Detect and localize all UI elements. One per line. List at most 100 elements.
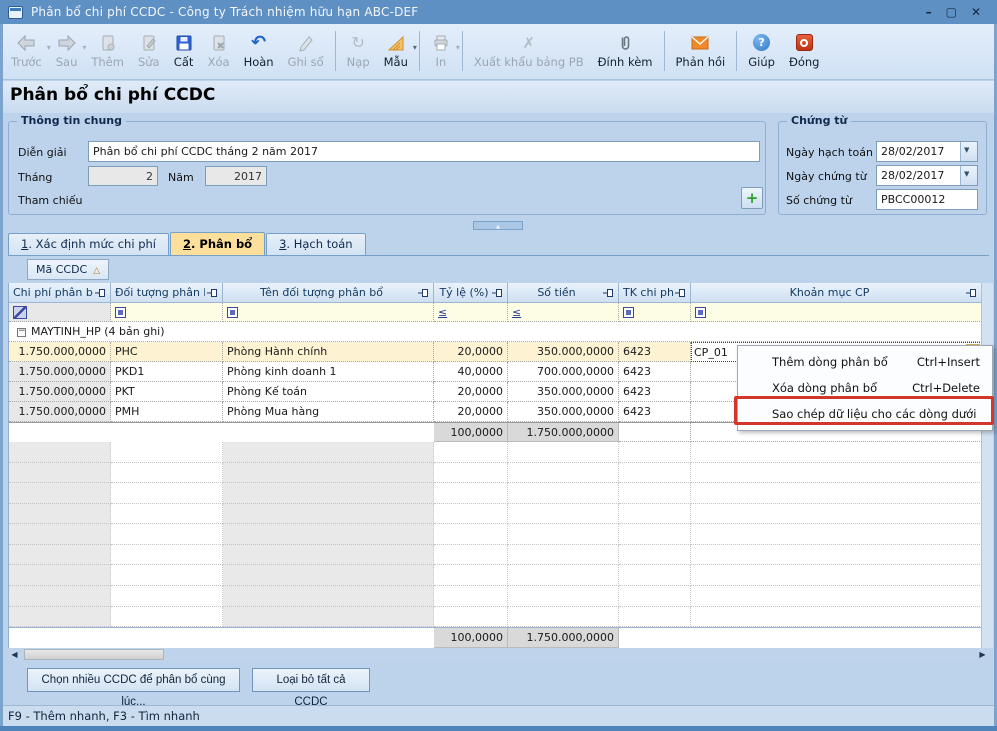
column-header-chi-phi-phan-bo[interactable]: Chi phí phân bổ <box>9 283 111 303</box>
empty-cell[interactable] <box>223 524 434 545</box>
empty-cell[interactable] <box>111 483 223 504</box>
empty-cell[interactable] <box>223 545 434 566</box>
toolbar-cat[interactable]: Cất <box>167 31 201 71</box>
empty-cell[interactable] <box>508 607 619 628</box>
chevron-down-icon[interactable] <box>960 142 977 161</box>
so-chung-tu-input[interactable]: PBCC00012 <box>876 189 978 210</box>
empty-cell[interactable] <box>619 504 691 525</box>
menu-item-them-dong-phan-bo[interactable]: Thêm dòng phân bổ Ctrl+Insert <box>738 349 992 375</box>
toolbar-dinh-kem[interactable]: Đính kèm <box>591 31 660 71</box>
cell-rate[interactable]: 20,0000 <box>434 382 508 402</box>
column-header-doi-tuong-phan-bo[interactable]: Đối tượng phân bổ <box>111 283 223 303</box>
empty-cell[interactable] <box>619 463 691 484</box>
empty-cell[interactable] <box>9 483 111 504</box>
close-button[interactable]: ✕ <box>971 0 981 24</box>
empty-cell[interactable] <box>691 524 982 545</box>
cell-code[interactable]: PMH <box>111 402 223 422</box>
filter-condition-icon[interactable] <box>695 307 706 318</box>
scrollbar-thumb[interactable] <box>24 649 164 660</box>
cell-name[interactable]: Phòng kinh doanh 1 <box>223 362 434 382</box>
empty-cell[interactable] <box>619 524 691 545</box>
select-multiple-ccdc-button[interactable]: Chọn nhiều CCDC để phân bổ cùng lúc... <box>27 668 240 692</box>
empty-cell[interactable] <box>691 483 982 504</box>
tham-chieu-add-button[interactable]: + <box>741 187 763 209</box>
cell-cost[interactable]: 1.750.000,0000 <box>9 362 111 382</box>
scroll-right-arrow-icon[interactable]: ▶ <box>976 648 989 661</box>
empty-cell[interactable] <box>223 463 434 484</box>
empty-cell[interactable] <box>434 545 508 566</box>
empty-cell[interactable] <box>508 442 619 463</box>
cell-cost[interactable]: 1.750.000,0000 <box>9 342 111 362</box>
collapse-icon[interactable] <box>17 328 26 337</box>
filter-cell-khoan-muc[interactable] <box>691 303 982 322</box>
empty-cell[interactable] <box>691 545 982 566</box>
empty-cell[interactable] <box>223 565 434 586</box>
cell-account[interactable]: 6423 <box>619 362 691 382</box>
filter-cell-so-tien[interactable]: ≤ <box>508 303 619 322</box>
minimize-button[interactable]: – <box>926 0 932 24</box>
cell-amount[interactable]: 700.000,0000 <box>508 362 619 382</box>
empty-cell[interactable] <box>9 442 111 463</box>
cell-rate[interactable]: 40,0000 <box>434 362 508 382</box>
cell-amount[interactable]: 350.000,0000 <box>508 382 619 402</box>
empty-cell[interactable] <box>434 524 508 545</box>
collapse-splitter-handle[interactable] <box>473 221 523 230</box>
tab-xac-dinh-muc-chi-phi[interactable]: 1. Xác định mức chi phí <box>8 233 169 255</box>
column-header-khoan-muc-cp[interactable]: Khoản mục CP <box>691 283 982 303</box>
filter-condition-icon[interactable] <box>623 307 634 318</box>
empty-cell[interactable] <box>111 463 223 484</box>
empty-cell[interactable] <box>9 565 111 586</box>
empty-cell[interactable] <box>619 607 691 628</box>
column-header-ty-le[interactable]: Tỷ lệ (%) <box>434 283 508 303</box>
ngay-hach-toan-combo[interactable]: 28/02/2017 <box>876 141 978 162</box>
empty-cell[interactable] <box>223 607 434 628</box>
tab-phan-bo[interactable]: 2. Phân bổ <box>170 232 265 255</box>
tab-hach-toan[interactable]: 3. Hạch toán <box>266 233 365 255</box>
empty-cell[interactable] <box>508 524 619 545</box>
empty-cell[interactable] <box>111 586 223 607</box>
empty-cell[interactable] <box>9 607 111 628</box>
cell-rate[interactable]: 20,0000 <box>434 342 508 362</box>
empty-cell[interactable] <box>434 607 508 628</box>
group-by-ma-ccdc-button[interactable]: Mã CCDC△ <box>27 259 109 280</box>
cell-code[interactable]: PHC <box>111 342 223 362</box>
remove-all-ccdc-button[interactable]: Loại bỏ tất cả CCDC <box>252 668 370 692</box>
vertical-scrollbar[interactable] <box>981 283 993 648</box>
grid-group-row[interactable]: MAYTINH_HP (4 bản ghi) <box>9 322 982 342</box>
filter-cell-tk-chi-phi[interactable] <box>619 303 691 322</box>
empty-cell[interactable] <box>434 565 508 586</box>
empty-cell[interactable] <box>111 565 223 586</box>
empty-cell[interactable] <box>434 483 508 504</box>
cell-rate[interactable]: 20,0000 <box>434 402 508 422</box>
empty-cell[interactable] <box>691 607 982 628</box>
ngay-chung-tu-combo[interactable]: 28/02/2017 <box>876 165 978 186</box>
cell-code[interactable]: PKT <box>111 382 223 402</box>
empty-cell[interactable] <box>9 586 111 607</box>
cell-account[interactable]: 6423 <box>619 382 691 402</box>
empty-cell[interactable] <box>111 442 223 463</box>
empty-cell[interactable] <box>508 504 619 525</box>
empty-cell[interactable] <box>434 586 508 607</box>
cell-name[interactable]: Phòng Hành chính <box>223 342 434 362</box>
empty-cell[interactable] <box>111 607 223 628</box>
cell-amount[interactable]: 350.000,0000 <box>508 402 619 422</box>
cell-code[interactable]: PKD1 <box>111 362 223 382</box>
toolbar-phan-hoi[interactable]: Phản hồi <box>669 31 733 71</box>
empty-cell[interactable] <box>619 545 691 566</box>
cell-cost[interactable]: 1.750.000,0000 <box>9 382 111 402</box>
empty-cell[interactable] <box>223 483 434 504</box>
empty-cell[interactable] <box>434 442 508 463</box>
empty-cell[interactable] <box>111 504 223 525</box>
empty-cell[interactable] <box>111 524 223 545</box>
horizontal-scrollbar[interactable]: ◀ ▶ <box>8 648 989 661</box>
cell-account[interactable]: 6423 <box>619 402 691 422</box>
empty-cell[interactable] <box>691 586 982 607</box>
empty-cell[interactable] <box>619 442 691 463</box>
empty-cell[interactable] <box>434 504 508 525</box>
empty-cell[interactable] <box>434 463 508 484</box>
cell-name[interactable]: Phòng Mua hàng <box>223 402 434 422</box>
maximize-button[interactable]: ▢ <box>946 0 957 24</box>
empty-cell[interactable] <box>619 586 691 607</box>
scroll-left-arrow-icon[interactable]: ◀ <box>8 648 21 661</box>
filter-cell-doi-tuong[interactable] <box>111 303 223 322</box>
